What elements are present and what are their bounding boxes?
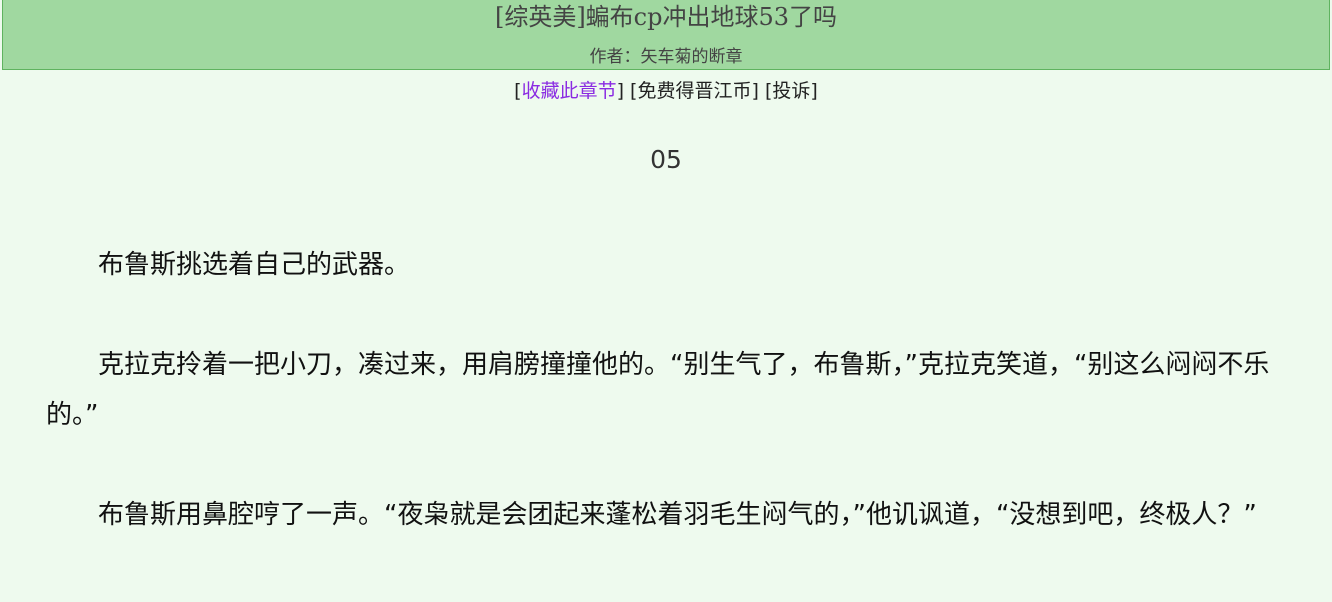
book-header: [综英美]蝙布cp冲出地球53了吗 作者：矢车菊的断章 (2, 0, 1330, 70)
favorite-chapter-link[interactable]: 收藏此章节 (522, 80, 617, 102)
chapter-actions: [收藏此章节] [免费得晋江币] [投诉] (514, 80, 818, 102)
paragraph: 布鲁斯用鼻腔哼了一声。“夜枭就是会团起来蓬松着羽毛生闷气的，”他讥讽道，“没想到… (98, 500, 1257, 530)
paragraph: 布鲁斯挑选着自己的武器。 (98, 250, 411, 280)
free-coins-link[interactable]: 免费得晋江币 (637, 80, 751, 102)
author-name[interactable]: 矢车菊的断章 (641, 47, 743, 67)
chapter-content: 布鲁斯挑选着自己的武器。 克拉克拎着一把小刀，凑过来，用肩膀撞撞他的。“别生气了… (46, 240, 1286, 590)
book-title: [综英美]蝙布cp冲出地球53了吗 (494, 3, 838, 31)
reader-page: [综英美]蝙布cp冲出地球53了吗 作者：矢车菊的断章 [收藏此章节] [免费得… (0, 0, 1332, 602)
report-link[interactable]: 投诉 (772, 80, 810, 102)
author-label: 作者： (589, 47, 641, 67)
chapter-number: 05 (650, 145, 682, 174)
paragraph: 克拉克拎着一把小刀，凑过来，用肩膀撞撞他的。“别生气了，布鲁斯，”克拉克笑道，“… (46, 350, 1270, 430)
author-line: 作者：矢车菊的断章 (3, 46, 1329, 68)
